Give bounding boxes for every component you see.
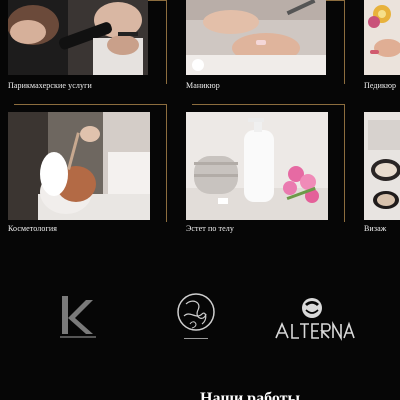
kevin-murphy-logo[interactable]: [56, 294, 100, 342]
makeup-service-image: [364, 112, 400, 220]
service-card-makeup[interactable]: Визаж: [364, 104, 400, 234]
cosmetology-service-image: [8, 112, 150, 220]
service-card-hair[interactable]: Парикмахерские услуги: [8, 0, 168, 100]
page: Парикмахерские услуги Маникюр Педикюр Ко…: [0, 0, 400, 400]
service-label: Визаж: [364, 224, 387, 233]
manicure-service-image: [186, 0, 326, 75]
alterna-logo[interactable]: [272, 296, 356, 342]
service-label: Педикюр: [364, 81, 397, 90]
service-card-body-aesthetics[interactable]: Эстет по телу: [186, 104, 346, 234]
pedicure-service-image: [364, 0, 400, 75]
body-aesthetics-service-image: [186, 112, 328, 220]
service-label: Косметология: [8, 224, 58, 233]
oribe-logo[interactable]: [172, 292, 220, 346]
hair-service-image: [8, 0, 148, 75]
service-card-manicure[interactable]: Маникюр: [186, 0, 346, 100]
service-label: Парикмахерские услуги: [8, 81, 92, 90]
service-label: Эстет по телу: [186, 224, 234, 233]
service-label: Маникюр: [186, 81, 220, 90]
section-heading: Наши работы: [200, 390, 300, 400]
service-card-cosmetology[interactable]: Косметология: [8, 104, 168, 234]
service-card-pedicure[interactable]: Педикюр: [364, 0, 400, 100]
